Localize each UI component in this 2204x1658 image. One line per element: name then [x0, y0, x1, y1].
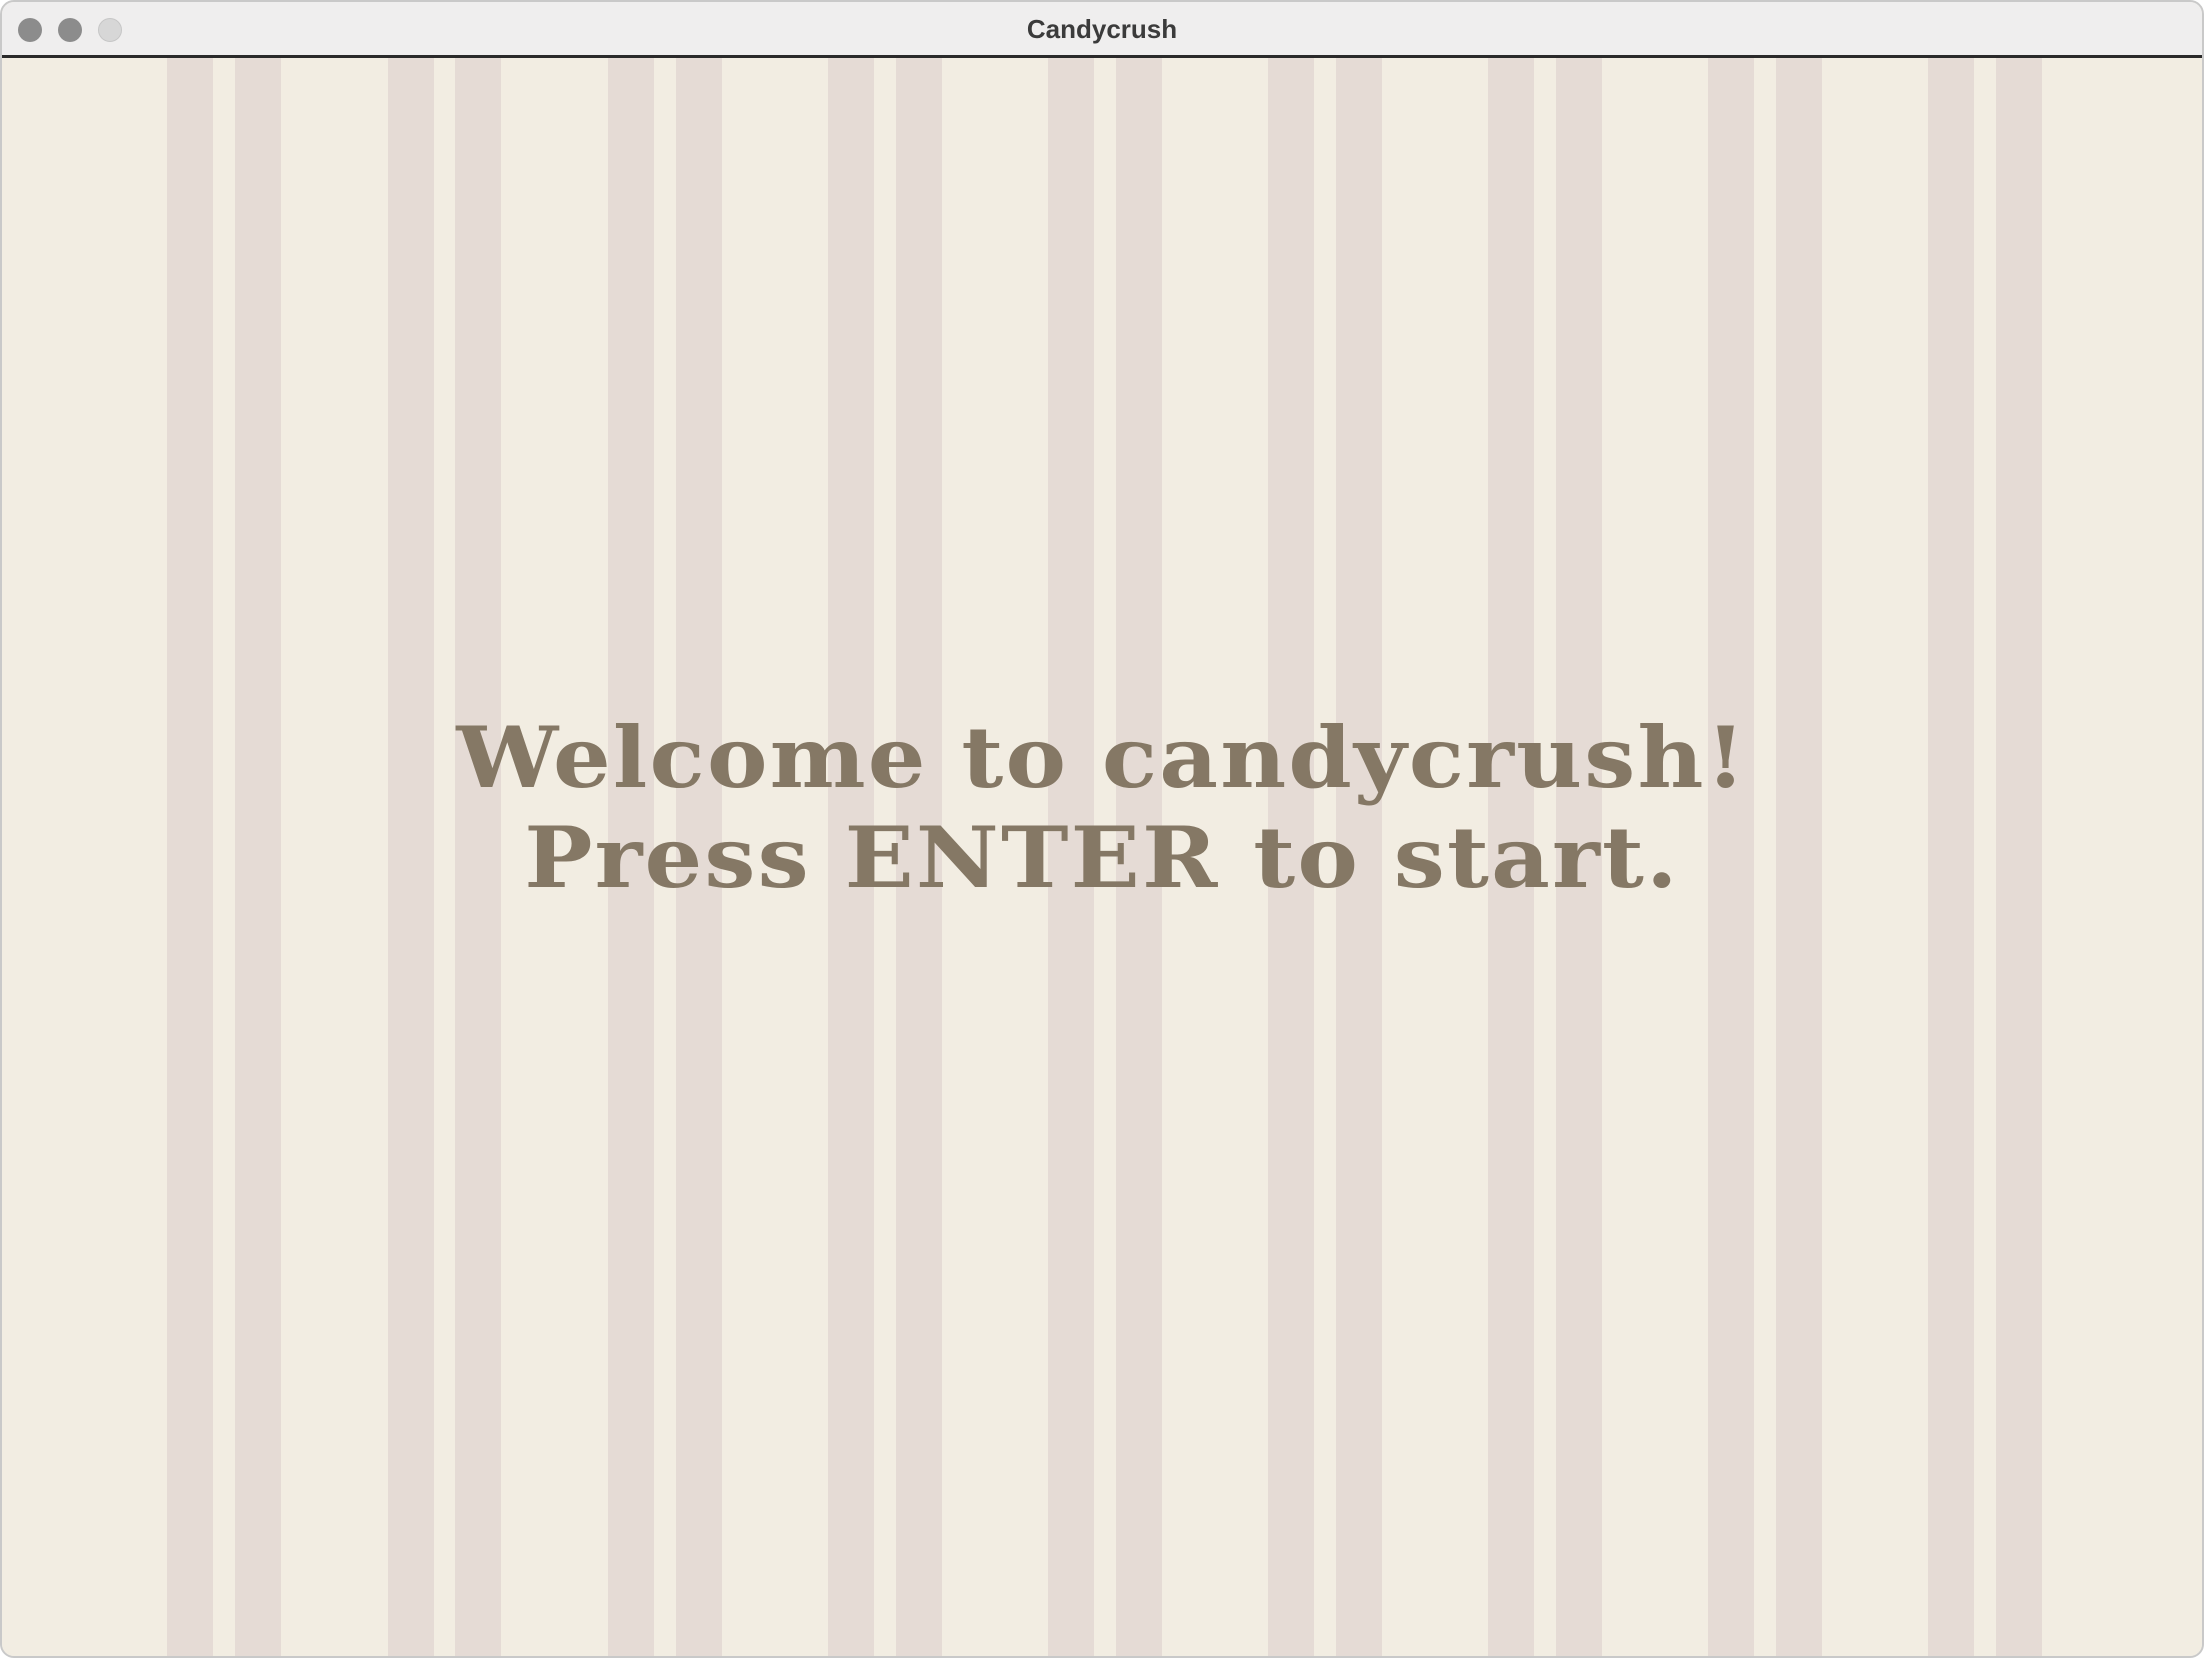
welcome-message: Welcome to candycrush! Press ENTER to st… — [2, 708, 2202, 908]
window-title: Candycrush — [1026, 14, 1178, 44]
app-window: Candycrush Welcome to candycrush! Press … — [0, 0, 2204, 1658]
title-bar[interactable]: Candycrush — [2, 2, 2202, 58]
game-canvas[interactable]: Welcome to candycrush! Press ENTER to st… — [2, 58, 2202, 1656]
welcome-title: Welcome to candycrush! — [456, 708, 1748, 807]
start-prompt: Press ENTER to start. — [524, 808, 1680, 907]
